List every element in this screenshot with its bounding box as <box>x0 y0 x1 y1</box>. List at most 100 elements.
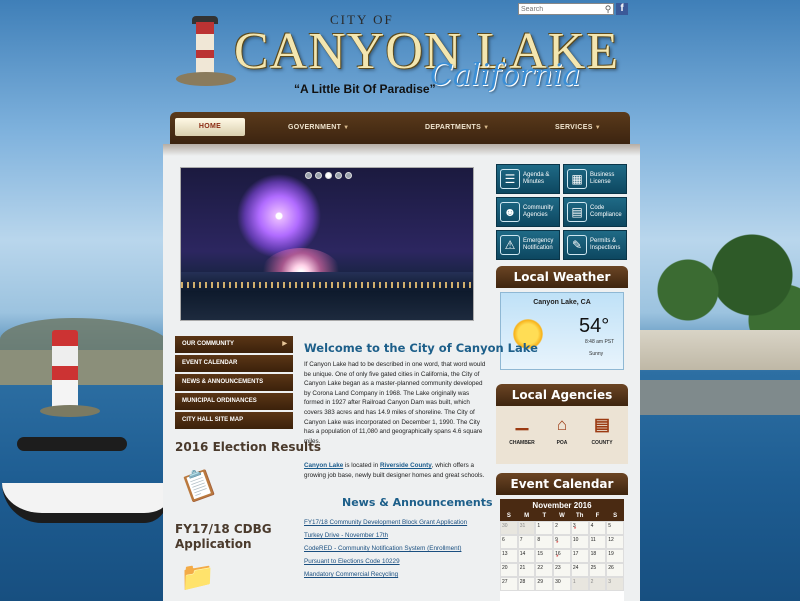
calendar-day-cell[interactable]: 10 <box>570 535 589 549</box>
calendar-day-cell[interactable]: 22 <box>535 563 554 577</box>
calendar-day-number: 1 <box>572 579 576 585</box>
calendar-day-cell[interactable]: 26 <box>606 563 624 577</box>
slide-dot[interactable] <box>335 172 342 179</box>
quick-links: ☰ Agenda & Minutes ▦ Business License ☻ Co… <box>496 164 628 260</box>
event-calendar: Event Calendar November 2016 S M T W Th F S 30 3… <box>496 473 628 601</box>
local-agencies: Local Agencies ⚊ CHAMBER ⌂ POA ▤ COUNTY <box>496 384 628 466</box>
code-compliance-button[interactable]: ▤ Code Compliance <box>563 197 627 227</box>
slide-dot[interactable] <box>305 172 312 179</box>
side-item-ordinances[interactable]: MUNICIPAL ORDINANCES <box>175 393 293 410</box>
community-agencies-button[interactable]: ☻ Community Agencies <box>496 197 560 227</box>
event-marker-icon: * <box>573 527 577 533</box>
calendar-day-cell[interactable]: 7 <box>517 535 536 549</box>
nav-services[interactable]: SERVICES ▼ <box>555 124 601 131</box>
calendar-day-cell[interactable]: 1 <box>570 577 589 591</box>
calendar-day-cell[interactable]: 19 <box>606 549 624 563</box>
calendar-day-cell[interactable]: 5 <box>606 521 624 535</box>
news-item[interactable]: CodeRED - Community Notification System … <box>304 544 487 553</box>
news-item[interactable]: Mandatory Commercial Recycling <box>304 570 487 579</box>
ql-label: Business License <box>590 172 615 185</box>
logo-state[interactable]: California <box>430 58 580 93</box>
side-item-news[interactable]: NEWS & ANNOUNCEMENTS <box>175 374 293 391</box>
side-item-event-calendar[interactable]: EVENT CALENDAR <box>175 355 293 372</box>
news-item[interactable]: Pursuant to Elections Code 10229 <box>304 557 487 566</box>
calendar-day-header: T <box>535 512 554 521</box>
chamber-link[interactable]: ⚊ CHAMBER <box>504 414 540 446</box>
ql-label: Community Agencies <box>523 205 554 218</box>
news-list: FY17/18 Community Development Block Gran… <box>304 518 487 583</box>
emergency-notification-button[interactable]: ⚠ Emergency Notification <box>496 230 560 260</box>
calendar-day-cell[interactable]: 2 <box>588 577 607 591</box>
calendar-day-cell[interactable]: 16 * <box>553 549 571 563</box>
news-item[interactable]: FY17/18 Community Development Block Gran… <box>304 518 487 527</box>
county-link[interactable]: ▤ COUNTY <box>584 414 620 446</box>
calendar-day-cell[interactable]: 31 <box>517 521 536 535</box>
nav-government[interactable]: GOVERNMENT ▼ <box>288 124 349 131</box>
house-icon: ⌂ <box>556 415 568 434</box>
calendar-day-number: 28 <box>519 579 526 585</box>
calendar-day-cell[interactable]: 13 <box>500 549 518 563</box>
nav-departments[interactable]: DEPARTMENTS ▼ <box>425 124 489 131</box>
facebook-icon[interactable]: f <box>616 3 628 15</box>
news-item[interactable]: Turkey Drive - November 17th <box>304 531 487 540</box>
cdbg-heading-line2[interactable]: Application <box>175 537 252 551</box>
permits-inspections-button[interactable]: ✎ Permits & Inspections <box>563 230 627 260</box>
slide-dot[interactable] <box>315 172 322 179</box>
calendar-day-number: 22 <box>537 565 543 571</box>
election-results-heading[interactable]: 2016 Election Results <box>175 440 321 454</box>
poa-link[interactable]: ⌂ POA <box>544 414 580 446</box>
search-icon[interactable]: ⚲ <box>603 4 613 14</box>
weather-card[interactable]: Canyon Lake, CA 54° 8:48 am PST Sunny <box>500 292 624 370</box>
nav-home[interactable]: HOME <box>175 118 245 136</box>
calendar-day-cell[interactable]: 20 <box>500 563 518 577</box>
calendar-day-cell[interactable]: 29 <box>535 577 554 591</box>
calendar-day-cell[interactable]: 25 <box>588 563 607 577</box>
calendar-day-cell[interactable]: 15 <box>535 549 554 563</box>
calendar-day-cell[interactable]: 8 <box>535 535 554 549</box>
calendar-day-number: 26 <box>608 565 614 571</box>
side-item-site-map[interactable]: CITY HALL SITE MAP <box>175 412 293 429</box>
calendar-day-cell[interactable]: 24 <box>570 563 589 577</box>
calendar-day-cell[interactable]: 17 <box>570 549 589 563</box>
business-license-button[interactable]: ▦ Business License <box>563 164 627 194</box>
calendar-day-cell[interactable]: 12 <box>606 535 624 549</box>
calendar-day-number: 29 <box>537 579 543 585</box>
background-boat <box>2 437 167 525</box>
slide-dot-active[interactable] <box>325 172 332 179</box>
calendar-day-cell[interactable]: 14 <box>517 549 536 563</box>
calendar-day-cell[interactable]: 30 <box>500 521 518 535</box>
nav-services-label: SERVICES <box>555 124 593 131</box>
calendar-day-cell[interactable]: 30 <box>553 577 571 591</box>
calendar-day-cell[interactable]: 21 <box>517 563 536 577</box>
calendar-day-number: 23 <box>555 565 561 571</box>
calendar-day-cell[interactable]: 3 <box>606 577 624 591</box>
slide-dot[interactable] <box>345 172 352 179</box>
calendar-day-cell[interactable]: 18 <box>588 549 607 563</box>
cdbg-heading-line1[interactable]: FY17/18 CDBG <box>175 522 272 536</box>
calendar-month: November 2016 <box>500 499 624 512</box>
riverside-county-link[interactable]: Riverside County <box>380 462 432 469</box>
city-lights-image <box>181 272 473 320</box>
calendar-day-cell[interactable]: 11 <box>588 535 607 549</box>
lighthouse-logo-icon[interactable] <box>176 14 236 86</box>
agenda-minutes-button[interactable]: ☰ Agenda & Minutes <box>496 164 560 194</box>
calendar-day-cell[interactable]: 1 <box>535 521 554 535</box>
canyon-lake-link[interactable]: Canyon Lake <box>304 462 343 469</box>
calendar-day-cell[interactable]: 28 <box>517 577 536 591</box>
calendar-day-cell[interactable]: 6 <box>500 535 518 549</box>
calendar-day-cell[interactable]: 27 <box>500 577 518 591</box>
calendar-day-cell[interactable]: 4 <box>588 521 607 535</box>
hero-slideshow[interactable] <box>180 167 474 321</box>
search-input[interactable] <box>519 4 603 14</box>
event-marker-icon: * <box>556 555 559 561</box>
calendar-day-cell[interactable]: 23 <box>553 563 571 577</box>
ql-label: Code Compliance <box>590 205 622 218</box>
calendar-day-cell[interactable]: 3 * <box>570 521 589 535</box>
side-item-label: MUNICIPAL ORDINANCES <box>182 398 257 404</box>
calendar-day-number: 8 <box>537 537 541 543</box>
weather-title: Local Weather <box>496 266 628 288</box>
documents-icon[interactable]: 📁 <box>180 560 224 601</box>
calendar-day-cell[interactable]: 9 * <box>553 535 571 549</box>
calendar-day-cell[interactable]: 2 <box>553 521 571 535</box>
side-item-our-community[interactable]: OUR COMMUNITY ▶ <box>175 336 293 353</box>
